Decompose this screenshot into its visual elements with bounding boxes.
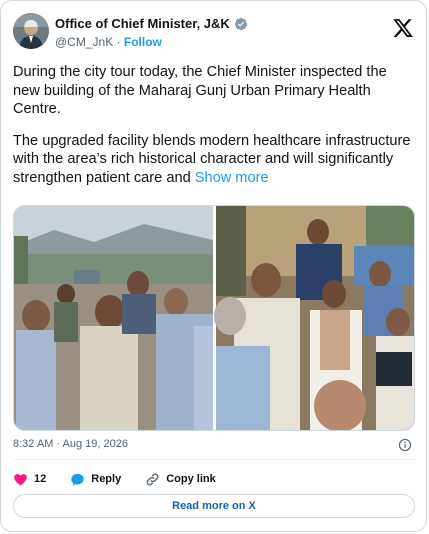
post-timestamp[interactable]: 8:32 AM · Aug 19, 2026 [13,438,128,450]
x-logo-icon[interactable] [392,17,414,39]
copy-link-button[interactable]: Copy link [145,472,216,487]
like-button[interactable]: 12 [13,472,46,487]
verified-badge-icon [234,17,248,31]
author-handle-row: @CM_JnK · Follow [55,34,248,51]
author-display-name-row: Office of Chief Minister, J&K [55,15,248,32]
heart-icon [14,473,27,485]
reply-bubble-icon [71,473,84,485]
photo-left[interactable] [14,206,213,431]
handle-separator: · [116,35,121,49]
link-icon [146,473,159,485]
post-paragraph-2: The upgraded facility blends modern heal… [13,132,415,188]
author-handle[interactable]: @CM_JnK [55,35,113,49]
reply-button[interactable]: Reply [70,472,121,487]
post-paragraph-1: During the city tour today, the Chief Mi… [13,64,387,117]
copy-link-label: Copy link [166,473,216,485]
post-header: Office of Chief Minister, J&K @CM_JnK · … [13,13,416,57]
embedded-post-card: Office of Chief Minister, J&K @CM_JnK · … [0,0,427,532]
post-text: During the city tour today, the Chief Mi… [13,63,415,200]
author-avatar[interactable] [13,13,49,49]
author-names: Office of Chief Minister, J&K @CM_JnK · … [55,15,248,51]
read-more-button[interactable]: Read more on X [13,494,415,518]
divider [13,459,415,460]
info-icon[interactable] [398,438,412,452]
follow-link[interactable]: Follow [124,35,162,49]
show-more-link[interactable]: Show more [195,170,269,186]
like-count: 12 [34,473,47,485]
reply-label: Reply [91,473,122,485]
photo-right[interactable] [214,206,415,431]
author-display-name[interactable]: Office of Chief Minister, J&K [55,15,230,32]
post-media[interactable] [13,205,415,431]
post-actions: 12 Reply Copy link [13,469,240,489]
